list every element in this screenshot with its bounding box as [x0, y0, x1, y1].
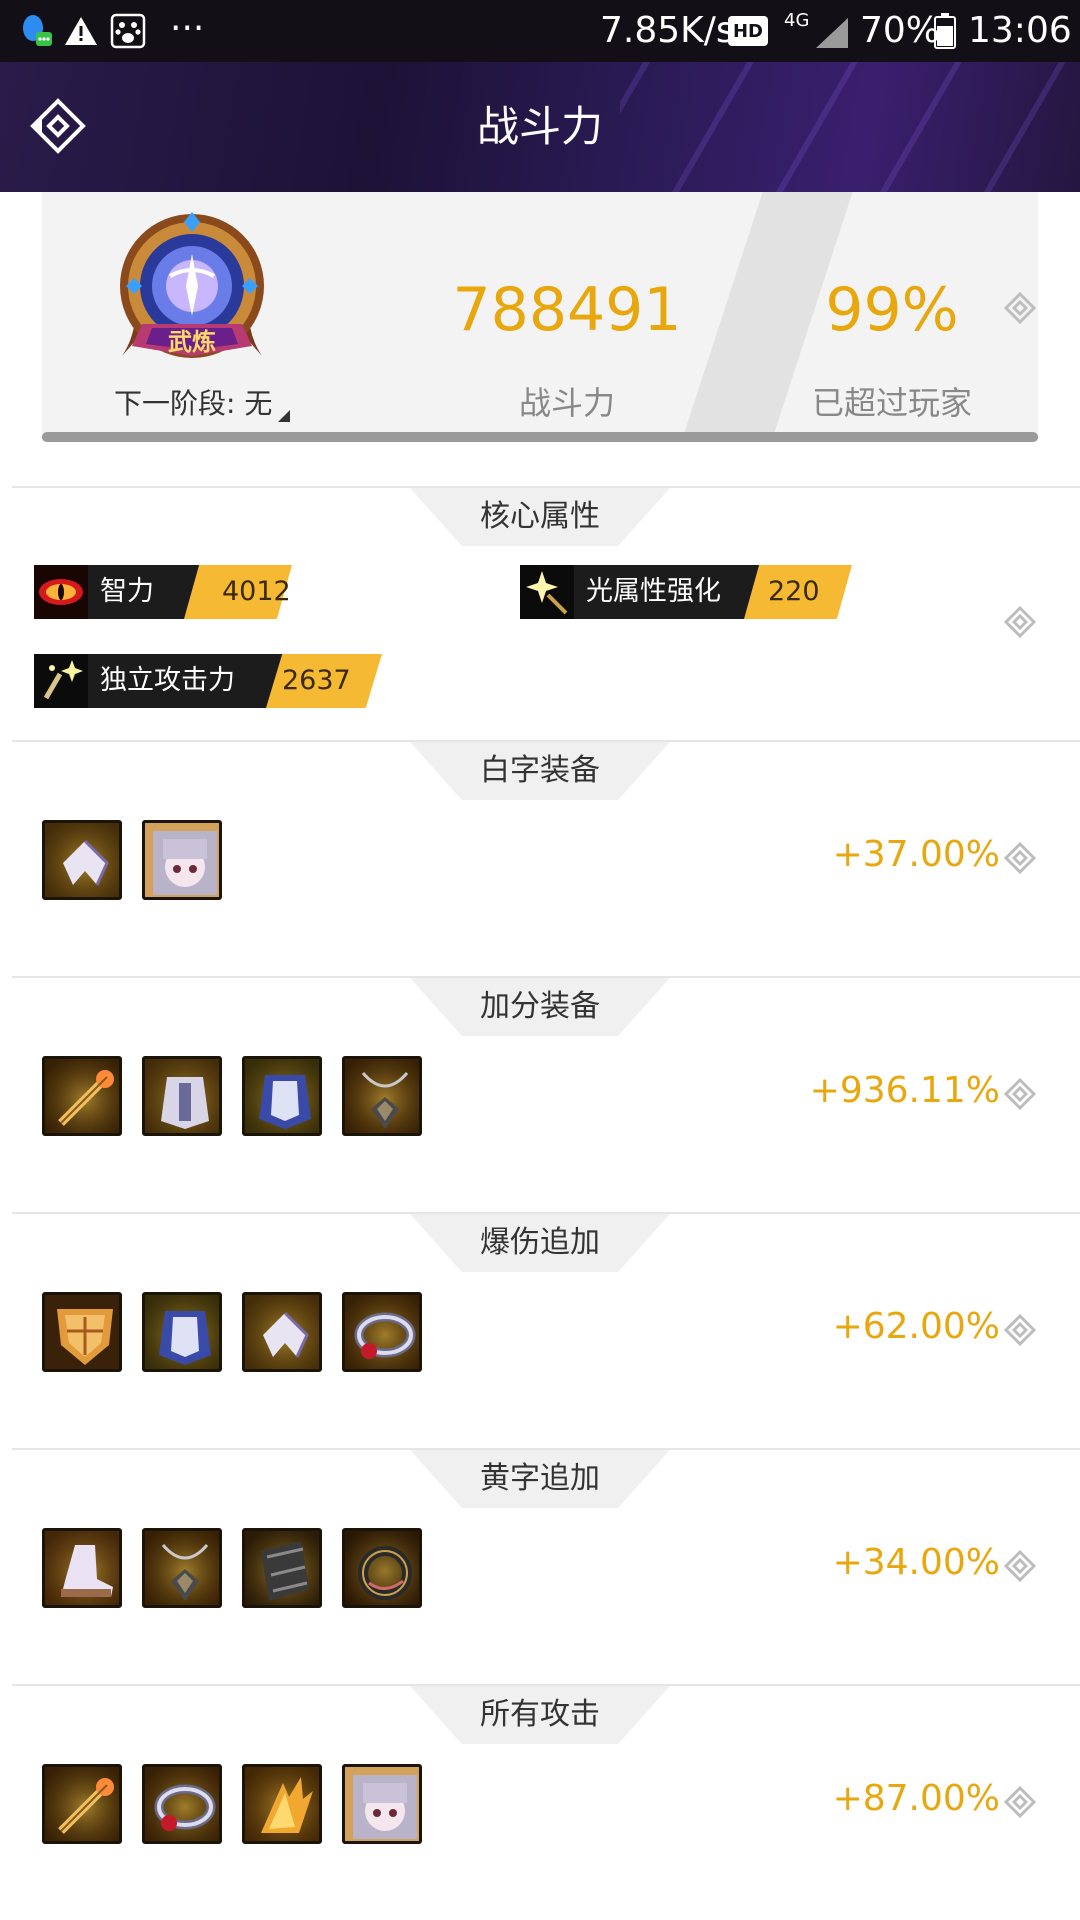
golden-staff-icon[interactable]	[42, 1056, 122, 1136]
amulet-icon[interactable]	[342, 1056, 422, 1136]
attr-intelligence[interactable]: 智力 4012	[34, 565, 292, 619]
hd-badge: HD	[728, 16, 768, 46]
power-label: 战斗力	[518, 384, 615, 422]
clock: 13:06	[968, 10, 1072, 51]
section-title: 爆伤追加	[480, 1225, 600, 1260]
bonus-percent: +62.00%	[832, 1306, 1000, 1347]
diamond-arrow-icon[interactable]	[1003, 1313, 1037, 1350]
baidu-paw-icon	[110, 12, 146, 50]
attr-intelligence-name: 智力	[100, 576, 154, 607]
section-tab: 爆伤追加	[410, 1214, 670, 1272]
warning-icon	[64, 12, 98, 50]
power-summary-panel[interactable]: 武炼 下一阶段: 无 788491 战斗力 99% 已超过玩家	[42, 192, 1038, 442]
bonus-percent: +34.00%	[832, 1542, 1000, 1583]
section-title: 所有攻击	[480, 1697, 600, 1732]
rank-percent-value: 99%	[825, 275, 959, 345]
ring-icon[interactable]	[142, 1764, 222, 1844]
golden-shield-icon[interactable]	[42, 1292, 122, 1372]
diamond-arrow-icon[interactable]	[1003, 1077, 1037, 1114]
power-value: 788491	[452, 275, 682, 345]
attr-light-enhance-value: 220	[768, 576, 820, 607]
section-tab: 白字装备	[410, 742, 670, 800]
wing-armor-icon[interactable]	[242, 1292, 322, 1372]
bonus-percent: +936.11%	[809, 1070, 1000, 1111]
core-attributes-title: 核心属性	[480, 499, 600, 534]
wing-armor-icon[interactable]	[42, 820, 122, 900]
attr-independent-attack-value: 2637	[282, 665, 351, 696]
diamond-arrow-icon[interactable]	[1003, 841, 1037, 878]
section-title: 白字装备	[480, 753, 600, 788]
eye-icon	[34, 565, 88, 619]
power-progress-bar	[42, 432, 1038, 442]
section-tab: 所有攻击	[410, 1686, 670, 1744]
diamond-arrow-icon[interactable]	[1003, 291, 1037, 328]
attr-independent-attack[interactable]: 独立攻击力 2637	[34, 654, 382, 708]
amulet-icon[interactable]	[142, 1528, 222, 1608]
bonus-percent: +87.00%	[832, 1778, 1000, 1819]
attr-light-enhance-name: 光属性强化	[586, 576, 721, 607]
dark-ring-icon[interactable]	[342, 1528, 422, 1608]
bonus-percent: +37.00%	[832, 834, 1000, 875]
battery-icon	[934, 12, 956, 50]
doll-portrait-icon[interactable]	[342, 1764, 422, 1844]
more-notifications-icon: ···	[170, 8, 205, 49]
equipment-row[interactable]: +87.00%	[0, 1764, 1080, 1884]
diamond-arrow-icon[interactable]	[1003, 605, 1037, 642]
hd-badge-label: HD	[732, 20, 763, 42]
ring-icon[interactable]	[342, 1292, 422, 1372]
stage-dropdown-icon[interactable]	[278, 410, 290, 422]
network-type: 4G	[784, 10, 810, 31]
section-title: 黄字追加	[480, 1461, 600, 1496]
boots-icon[interactable]	[42, 1528, 122, 1608]
blue-armor-icon[interactable]	[142, 1292, 222, 1372]
badge-text: 武炼	[168, 328, 216, 356]
golden-staff-icon[interactable]	[42, 1764, 122, 1844]
diamond-arrow-icon[interactable]	[1003, 1549, 1037, 1586]
core-attributes-tab: 核心属性	[410, 488, 670, 546]
doll-portrait-icon[interactable]	[142, 820, 222, 900]
page-title: 战斗力	[476, 102, 603, 151]
battery-percent: 70%	[860, 10, 941, 51]
qq-notification-icon	[18, 12, 54, 50]
equipment-row[interactable]: +37.00%	[0, 820, 1080, 940]
golden-claw-icon[interactable]	[242, 1764, 322, 1844]
app-header: 战斗力	[0, 62, 1080, 192]
rank-badge-icon: 武炼	[112, 206, 272, 376]
attr-independent-attack-name: 独立攻击力	[100, 665, 235, 696]
net-speed: 7.85K/s	[600, 10, 735, 51]
rank-percent-label: 已超过玩家	[811, 384, 972, 422]
section-title: 加分装备	[480, 989, 600, 1024]
signal-icon	[814, 14, 850, 52]
status-bar: ··· 7.85K/s HD 4G 70% 13:06	[0, 0, 1080, 62]
equipment-row[interactable]: +62.00%	[0, 1292, 1080, 1412]
blue-armor-icon[interactable]	[242, 1056, 322, 1136]
equipment-row[interactable]: +34.00%	[0, 1528, 1080, 1648]
sword-sparkle-icon	[34, 654, 88, 708]
section-tab: 黄字追加	[410, 1450, 670, 1508]
silver-armor-icon[interactable]	[142, 1056, 222, 1136]
attr-intelligence-value: 4012	[222, 576, 291, 607]
next-stage-label: 下一阶段: 无	[114, 387, 273, 420]
light-burst-icon	[520, 565, 574, 619]
attr-light-enhance[interactable]: 光属性强化 220	[520, 565, 852, 619]
equipment-row[interactable]: +936.11%	[0, 1056, 1080, 1176]
section-tab: 加分装备	[410, 978, 670, 1036]
bracer-icon[interactable]	[242, 1528, 322, 1608]
power-progress-fill	[42, 432, 1038, 442]
diamond-arrow-icon[interactable]	[1003, 1785, 1037, 1822]
